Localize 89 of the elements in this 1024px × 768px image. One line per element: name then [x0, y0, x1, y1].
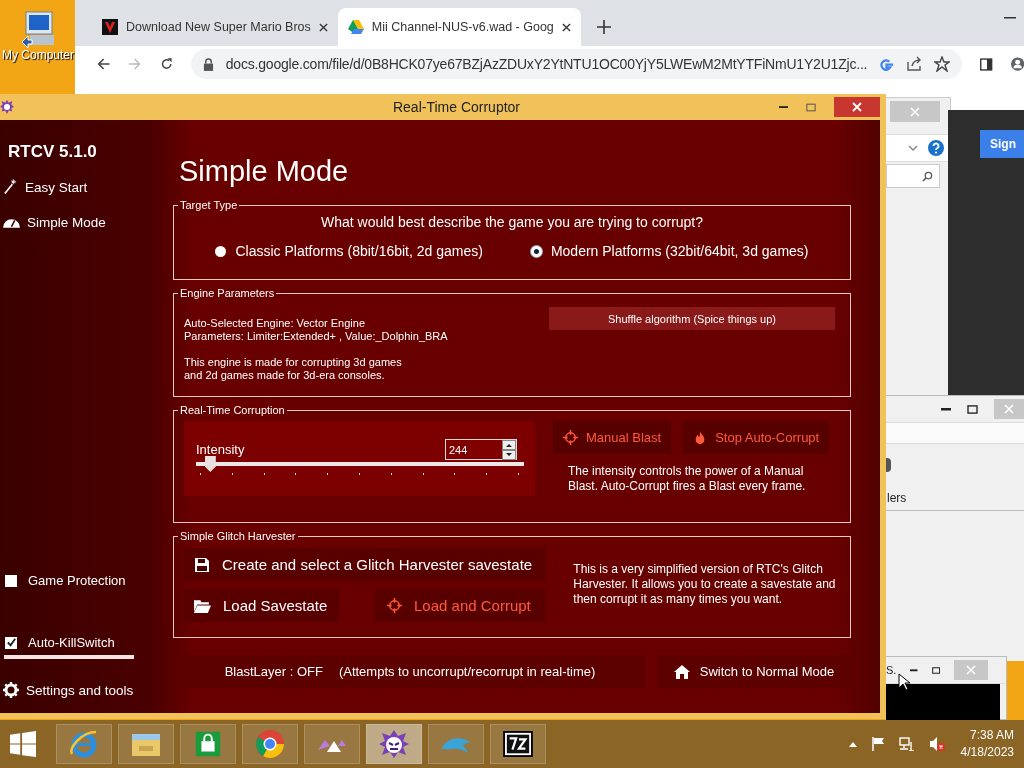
group-label: Real-Time Corruption [179, 404, 286, 416]
search-icon [922, 170, 933, 182]
group-label: Engine Parameters [179, 287, 276, 299]
settings-icon [3, 682, 19, 698]
action-button[interactable]: Manual Blast [553, 421, 672, 454]
v-logo-icon [102, 19, 118, 35]
crosshair-icon [387, 598, 402, 613]
question-text: What would best describe the game you are trying to corrupt? [319, 214, 705, 230]
home-icon [673, 663, 690, 680]
clock-date[interactable]: 4/18/2023 [960, 744, 1014, 761]
windows-start-icon[interactable] [10, 731, 36, 757]
speedometer-icon [3, 216, 20, 229]
side-panel-icon[interactable] [980, 56, 993, 72]
network-icon[interactable] [898, 737, 915, 751]
lock-icon [202, 57, 214, 71]
action-button[interactable]: Load Savestate [184, 589, 339, 622]
action-button[interactable]: Load and Corrupt [375, 589, 545, 622]
checkbox-label[interactable]: Game Protection [28, 573, 126, 588]
crosshair-icon [563, 430, 578, 445]
checkbox[interactable] [5, 574, 17, 587]
flag-icon[interactable] [870, 737, 885, 751]
close-icon [910, 106, 920, 117]
nav-item[interactable]: Simple Mode [3, 215, 150, 230]
star-icon[interactable] [934, 56, 951, 72]
search-field[interactable] [886, 164, 940, 188]
maximize-icon[interactable] [967, 404, 978, 414]
nav-item[interactable]: Easy Start [3, 179, 150, 195]
profile-icon[interactable] [1010, 56, 1024, 72]
address-bar[interactable]: docs.google.com/file/d/0B8HCK07ye67BZjAzZDUxY2YtNTU1OC00YjY5LWEwM2MtYTFiNmU1Y2U1Zjc... [190, 49, 963, 79]
spinner-arrows-icon[interactable] [502, 439, 516, 460]
maximize-icon[interactable] [931, 665, 941, 675]
volume-muted-icon[interactable] [928, 736, 945, 752]
checkbox-label[interactable]: Auto-KillSwitch [28, 635, 115, 650]
close-icon [852, 102, 862, 112]
radio-option[interactable]: Classic Platforms (8bit/16bit, 2d games) [215, 243, 483, 259]
minimize-icon[interactable] [779, 105, 788, 109]
shuffle-button[interactable]: Shuffle algorithm (Spice things up) [549, 307, 835, 330]
close-icon[interactable] [561, 22, 571, 32]
page-heading: Simple Mode [179, 154, 350, 189]
chevron-down-icon[interactable] [908, 145, 918, 151]
group-label: Simple Glitch Harvester [179, 530, 297, 542]
spiky-creature-icon [378, 728, 410, 760]
close-icon [1004, 404, 1014, 414]
drive-icon [347, 20, 364, 34]
radio-button[interactable] [215, 245, 227, 257]
new-tab-icon[interactable] [596, 20, 611, 34]
slider-thumb[interactable] [204, 456, 216, 472]
sign-in-button[interactable]: Sign [980, 130, 1024, 158]
radio-option[interactable]: Modern Platforms (32bit/64bit, 3d games) [530, 243, 809, 259]
minimize-icon[interactable] [941, 407, 951, 411]
close-icon[interactable] [318, 22, 328, 32]
window-title: S. [886, 664, 897, 676]
checkbox[interactable] [5, 636, 17, 649]
folder-icon [194, 598, 211, 613]
browser-tab[interactable]: Download New Super Mario Bros [92, 8, 338, 46]
normal-mode-button[interactable]: Switch to Normal Mode [657, 655, 851, 688]
radio-button[interactable] [530, 245, 542, 257]
share-icon[interactable] [906, 56, 923, 72]
help-text: This is a very simplified version of RTC's Glitch Harvester. It allows you to create a savestate and then corrupt it as many times you want. [573, 562, 837, 608]
google-g-icon[interactable] [879, 56, 895, 72]
clock-time[interactable]: 7:38 AM [969, 727, 1014, 744]
mouse-cursor-icon [898, 673, 910, 691]
app-version: RTCV 5.1.0 [8, 142, 98, 162]
reload-icon[interactable] [159, 56, 173, 72]
intensity-input[interactable]: 244 [445, 439, 517, 460]
engine-description: This engine is made for corrupting 3d games and 2d games made for 3d-era consoles. [184, 356, 403, 382]
app-icon [0, 100, 14, 114]
minimize-icon[interactable] [910, 668, 918, 672]
action-button[interactable]: Create and select a Glitch Harvester savestate [184, 548, 546, 581]
taskbar-app[interactable] [366, 724, 422, 764]
item-label: lers [887, 491, 907, 505]
back-icon[interactable] [97, 56, 111, 72]
help-text: The intensity controls the power of a Manual Blast. Auto-Corrupt fires a Blast every frame. [568, 464, 807, 494]
taskbar-app[interactable] [490, 724, 546, 764]
help-icon[interactable] [928, 140, 944, 156]
engine-info-text: Auto-Selected Engine: Vector Engine Parameters: Limiter:Extended+ , Value:_Dolphin_BRA [184, 317, 448, 343]
intensity-label: Intensity [196, 442, 245, 457]
magic-wand-icon [3, 179, 18, 195]
archive-7z-icon [503, 731, 533, 757]
store-bag-icon [193, 729, 223, 759]
chevron-up-icon[interactable] [848, 741, 857, 747]
close-icon [966, 665, 977, 675]
settings-item[interactable]: Settings and tools [3, 682, 150, 698]
action-button[interactable]: Stop Auto-Corrupt [683, 421, 830, 454]
close-button[interactable] [834, 97, 880, 117]
chrome-icon [254, 728, 286, 760]
window-title: Real-Time Corruptor [391, 99, 522, 115]
browser-tab[interactable]: Mii Channel-NUS-v6.wad - Goog [337, 8, 581, 46]
group-label: Target Type [179, 199, 239, 211]
